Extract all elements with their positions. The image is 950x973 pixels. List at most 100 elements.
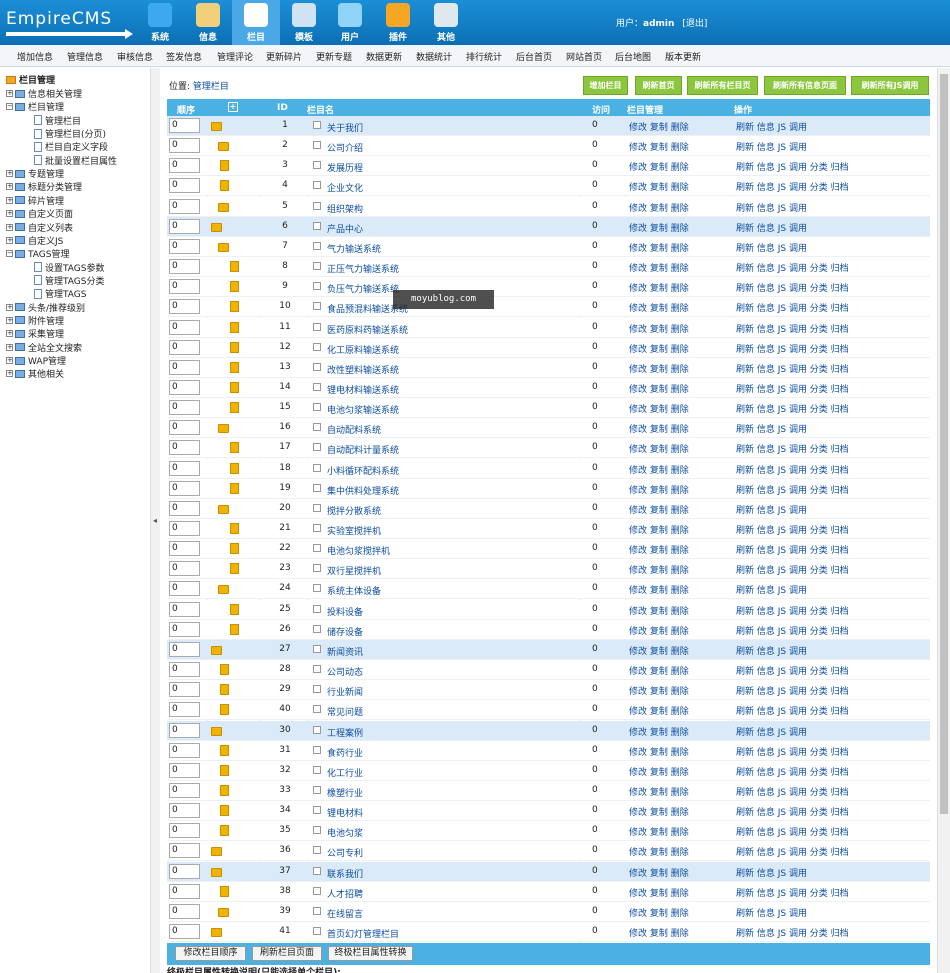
row-checkbox[interactable]: [313, 564, 321, 573]
folder-icon[interactable]: [218, 585, 229, 595]
file-icon[interactable]: [230, 543, 239, 555]
column-name-link[interactable]: 自动配料计量系统: [327, 443, 399, 456]
column-name-link[interactable]: 产品中心: [327, 222, 363, 235]
footer-button[interactable]: 修改栏目顺序: [175, 946, 246, 961]
tree-item[interactable]: 管理TAGS分类: [34, 274, 105, 287]
folder-icon[interactable]: [211, 867, 222, 877]
operation-links[interactable]: 刷新 信息 JS 调用: [736, 725, 807, 738]
tree-item[interactable]: + 信息相关管理: [6, 87, 82, 100]
operation-links[interactable]: 刷新 信息 JS 调用 分类 归档: [736, 442, 849, 455]
row-checkbox[interactable]: [313, 503, 321, 512]
column-name-link[interactable]: 化工行业: [327, 766, 363, 779]
column-name-link[interactable]: 组织架构: [327, 202, 363, 215]
tree-item[interactable]: − 栏目管理: [6, 100, 64, 113]
file-icon[interactable]: [230, 523, 239, 534]
column-name-link[interactable]: 系统主体设备: [327, 584, 381, 597]
tree-item[interactable]: 管理TAGS: [34, 287, 87, 300]
expand-icon[interactable]: +: [6, 370, 13, 378]
nav-globe[interactable]: 系统: [136, 0, 184, 45]
operation-links[interactable]: 刷新 信息 JS 调用 分类 归档: [736, 281, 849, 294]
row-checkbox[interactable]: [313, 161, 321, 170]
column-name-link[interactable]: 企业文化: [327, 181, 363, 194]
manage-links[interactable]: 修改 复制 删除: [629, 483, 689, 496]
file-icon[interactable]: [220, 684, 229, 696]
row-checkbox[interactable]: [313, 886, 321, 895]
column-name-link[interactable]: 橡塑行业: [327, 786, 363, 799]
manage-links[interactable]: 修改 复制 删除: [629, 604, 689, 617]
file-icon[interactable]: [230, 281, 239, 293]
manage-links[interactable]: 修改 复制 删除: [629, 704, 689, 717]
order-input[interactable]: 0: [169, 803, 200, 819]
folder-icon[interactable]: [211, 726, 222, 736]
manage-links[interactable]: 修改 复制 删除: [629, 845, 689, 858]
menu-item[interactable]: 数据统计: [416, 50, 452, 63]
column-name-link[interactable]: 投料设备: [327, 605, 363, 618]
column-name-link[interactable]: 行业新闻: [327, 685, 363, 698]
row-checkbox[interactable]: [313, 806, 321, 815]
expand-icon[interactable]: +: [6, 343, 13, 351]
folder-icon[interactable]: [211, 645, 222, 655]
file-icon[interactable]: [220, 180, 229, 192]
folder-icon[interactable]: [211, 222, 222, 232]
scrollbar[interactable]: [937, 68, 950, 973]
column-name-link[interactable]: 首页幻灯管理栏目: [327, 927, 399, 940]
manage-links[interactable]: 修改 复制 删除: [629, 664, 689, 677]
operation-links[interactable]: 刷新 信息 JS 调用 分类 归档: [736, 322, 849, 335]
row-checkbox[interactable]: [313, 463, 321, 472]
expand-icon[interactable]: +: [6, 303, 13, 311]
order-input[interactable]: 0: [169, 238, 200, 254]
operation-links[interactable]: 刷新 信息 JS 调用 分类 归档: [736, 563, 849, 576]
row-checkbox[interactable]: [313, 423, 321, 432]
order-input[interactable]: 0: [169, 359, 200, 375]
nav-tools[interactable]: 插件: [374, 0, 422, 45]
file-icon[interactable]: [230, 341, 239, 353]
operation-links[interactable]: 刷新 信息 JS 调用: [736, 241, 807, 254]
expand-icon[interactable]: +: [6, 330, 13, 338]
manage-links[interactable]: 修改 复制 删除: [629, 140, 689, 153]
column-name-link[interactable]: 集中供料处理系统: [327, 484, 399, 497]
nav-folder[interactable]: 栏目: [232, 0, 280, 45]
order-input[interactable]: 0: [169, 903, 200, 919]
tree-item[interactable]: + 其他相关: [6, 367, 64, 380]
collapse-icon[interactable]: −: [6, 250, 13, 258]
menu-item[interactable]: 更新碎片: [266, 50, 302, 63]
file-icon[interactable]: [230, 603, 239, 615]
operation-links[interactable]: 刷新 信息 JS 调用 分类 归档: [736, 765, 849, 778]
file-icon[interactable]: [230, 321, 239, 333]
row-checkbox[interactable]: [313, 604, 321, 613]
file-icon[interactable]: [230, 301, 239, 313]
folder-icon[interactable]: [211, 847, 222, 857]
expand-icon[interactable]: +: [6, 236, 13, 244]
operation-links[interactable]: 刷新 信息 JS 调用: [736, 140, 807, 153]
order-input[interactable]: 0: [169, 138, 200, 154]
folder-icon[interactable]: [218, 504, 229, 514]
action-button[interactable]: 刷新所有信息页面: [764, 76, 846, 95]
order-input[interactable]: 0: [169, 702, 200, 718]
manage-links[interactable]: 修改 复制 删除: [629, 886, 689, 899]
operation-links[interactable]: 刷新 信息 JS 调用 分类 归档: [736, 684, 849, 697]
manage-links[interactable]: 修改 复制 删除: [629, 342, 689, 355]
menu-item[interactable]: 数据更新: [366, 50, 402, 63]
tree-item[interactable]: + 专题管理: [6, 167, 64, 180]
file-icon[interactable]: [220, 784, 229, 796]
manage-links[interactable]: 修改 复制 删除: [629, 301, 689, 314]
row-checkbox[interactable]: [313, 524, 321, 532]
row-checkbox[interactable]: [313, 866, 321, 875]
column-name-link[interactable]: 联系我们: [327, 867, 363, 880]
menu-item[interactable]: 网站首页: [566, 50, 602, 63]
column-name-link[interactable]: 电池匀浆: [327, 826, 363, 839]
order-input[interactable]: 0: [169, 379, 200, 395]
operation-links[interactable]: 刷新 信息 JS 调用 分类 归档: [736, 604, 849, 617]
column-name-link[interactable]: 气力输送系统: [327, 242, 381, 255]
operation-links[interactable]: 刷新 信息 JS 调用 分类 归档: [736, 463, 849, 476]
tree-item[interactable]: + 全站全文搜索: [6, 341, 82, 354]
column-name-link[interactable]: 新闻资讯: [327, 645, 363, 658]
empirecms-logo[interactable]: EmpireCMS: [4, 5, 136, 39]
order-input[interactable]: 0: [169, 924, 200, 939]
file-icon[interactable]: [220, 744, 229, 756]
expand-icon[interactable]: +: [6, 357, 13, 364]
manage-links[interactable]: 修改 复制 删除: [629, 402, 689, 415]
operation-links[interactable]: 刷新 信息 JS 调用 分类 归档: [736, 926, 849, 939]
nav-gear[interactable]: 其他: [422, 0, 470, 45]
menu-item[interactable]: 后台首页: [516, 50, 552, 63]
